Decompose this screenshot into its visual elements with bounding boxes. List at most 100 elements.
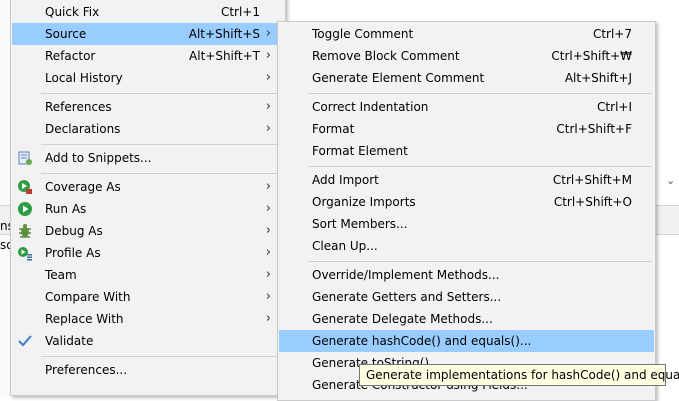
submenu-arrow-icon: › — [265, 70, 271, 85]
menu-item-remove-block-comment[interactable]: Remove Block Comment Ctrl+Shift+₩ — [279, 45, 654, 67]
menu-item-add-import[interactable]: Add Import Ctrl+Shift+M — [279, 169, 654, 191]
menu-item-shortcut: Ctrl+I — [597, 100, 632, 114]
menu-item-label: Override/Implement Methods... — [312, 268, 500, 282]
menu-separator — [41, 144, 282, 145]
submenu-arrow-icon: › — [265, 26, 271, 41]
submenu-arrow-icon: › — [265, 179, 271, 194]
menu-item-label: Compare With — [45, 290, 131, 304]
menu-item-label: Format — [312, 122, 355, 136]
menu-item-label: Remove Block Comment — [312, 49, 460, 63]
menu-item-label: Generate Delegate Methods... — [312, 312, 493, 326]
menu-item-shortcut: Ctrl+Shift+M — [552, 173, 632, 187]
menu-item-label: Debug As — [45, 224, 103, 238]
submenu-arrow-icon: › — [265, 201, 271, 216]
menu-item-declarations[interactable]: Declarations › — [12, 118, 284, 140]
menu-item-label: References — [45, 100, 112, 114]
submenu-arrow-icon: › — [265, 121, 271, 136]
menu-item-replace-with[interactable]: Replace With › — [12, 308, 284, 330]
menu-item-label: Generate Getters and Setters... — [312, 290, 502, 304]
menu-item-label: Generate Element Comment — [312, 71, 485, 85]
menu-item-generate-element-comment[interactable]: Generate Element Comment Alt+Shift+J — [279, 67, 654, 89]
menu-item-shortcut: Ctrl+Shift+F — [556, 122, 632, 136]
submenu-arrow-icon: › — [265, 311, 271, 326]
menu-item-generate-hashcode-equals[interactable]: Generate hashCode() and equals()... — [279, 330, 654, 352]
menu-item-organize-imports[interactable]: Organize Imports Ctrl+Shift+O — [279, 191, 654, 213]
menu-separator — [308, 93, 652, 94]
submenu-arrow-icon: › — [265, 99, 271, 114]
submenu-arrow-icon: › — [265, 289, 271, 304]
menu-item-run-as[interactable]: Run As › — [12, 198, 284, 220]
menu-item-shortcut: Alt+Shift+T — [189, 49, 260, 63]
menu-item-validate[interactable]: Validate — [12, 330, 284, 352]
menu-item-label: Add Import — [312, 173, 379, 187]
menu-separator — [41, 173, 282, 174]
menu-item-correct-indentation[interactable]: Correct Indentation Ctrl+I — [279, 96, 654, 118]
run-icon — [17, 201, 33, 217]
menu-item-label: Toggle Comment — [312, 27, 414, 41]
menu-item-shortcut: Ctrl+Shift+O — [553, 195, 632, 209]
menu-item-label: Sort Members... — [312, 217, 408, 231]
menu-item-add-to-snippets[interactable]: Add to Snippets... — [12, 147, 284, 169]
menu-item-label: Clean Up... — [312, 239, 378, 253]
menu-item-label: Declarations — [45, 122, 121, 136]
menu-item-label: Team — [45, 268, 77, 282]
menu-item-generate-getters-setters[interactable]: Generate Getters and Setters... — [279, 286, 654, 308]
submenu-arrow-icon: › — [265, 267, 271, 282]
menu-item-generate-delegate-methods[interactable]: Generate Delegate Methods... — [279, 308, 654, 330]
menu-item-label: Profile As — [45, 246, 101, 260]
menu-item-label: Validate — [45, 334, 94, 348]
menu-item-label: Replace With — [45, 312, 124, 326]
menu-item-format-element[interactable]: Format Element — [279, 140, 654, 162]
menu-item-shortcut: Ctrl+1 — [220, 5, 260, 19]
menu-item-label: Add to Snippets... — [45, 151, 152, 165]
menu-item-label: Format Element — [312, 144, 408, 158]
menu-item-label: Refactor — [45, 49, 96, 63]
menu-item-label: Coverage As — [45, 180, 121, 194]
menu-item-debug-as[interactable]: Debug As › — [12, 220, 284, 242]
checkmark-icon — [17, 333, 33, 349]
source-submenu: Toggle Comment Ctrl+7 Remove Block Comme… — [277, 21, 656, 401]
menu-item-label: Source — [45, 27, 87, 41]
menu-item-label: Correct Indentation — [312, 100, 429, 114]
coverage-icon — [17, 179, 33, 195]
menu-item-source[interactable]: Source Alt+Shift+S › — [12, 23, 284, 45]
tooltip: Generate implementations for hashCode() … — [359, 364, 679, 386]
menu-item-sort-members[interactable]: Sort Members... — [279, 213, 654, 235]
menu-item-clean-up[interactable]: Clean Up... — [279, 235, 654, 257]
menu-separator — [41, 93, 282, 94]
menu-item-team[interactable]: Team › — [12, 264, 284, 286]
submenu-arrow-icon: › — [265, 245, 271, 260]
menu-item-compare-with[interactable]: Compare With › — [12, 286, 284, 308]
menu-item-coverage-as[interactable]: Coverage As › — [12, 176, 284, 198]
menu-item-preferences[interactable]: Preferences... — [12, 359, 284, 381]
menu-item-shortcut: Alt+Shift+J — [564, 71, 632, 85]
submenu-arrow-icon: › — [265, 48, 271, 63]
chevron-down-icon[interactable]: ⌄ — [666, 174, 675, 187]
menu-item-references[interactable]: References › — [12, 96, 284, 118]
menu-item-label: Preferences... — [45, 363, 128, 377]
menu-item-label: Generate hashCode() and equals()... — [312, 334, 532, 348]
menu-item-quick-fix[interactable]: Quick Fix Ctrl+1 — [12, 1, 284, 23]
profile-icon — [17, 245, 33, 261]
snippets-icon — [17, 150, 33, 166]
menu-item-toggle-comment[interactable]: Toggle Comment Ctrl+7 — [279, 23, 654, 45]
menu-item-shortcut: Alt+Shift+S — [188, 27, 260, 41]
menu-item-shortcut: Ctrl+Shift+₩ — [551, 49, 632, 63]
menu-item-local-history[interactable]: Local History › — [12, 67, 284, 89]
menu-item-label: Local History — [45, 71, 123, 85]
menu-separator — [308, 166, 652, 167]
menu-separator — [41, 356, 282, 357]
menu-item-profile-as[interactable]: Profile As › — [12, 242, 284, 264]
menu-item-label: Run As — [45, 202, 87, 216]
menu-item-label: Organize Imports — [312, 195, 416, 209]
background-panel — [0, 0, 10, 396]
submenu-arrow-icon: › — [265, 223, 271, 238]
menu-item-format[interactable]: Format Ctrl+Shift+F — [279, 118, 654, 140]
context-menu: Quick Fix Ctrl+1 Source Alt+Shift+S › Re… — [10, 0, 286, 396]
menu-separator — [308, 261, 652, 262]
menu-item-label: Quick Fix — [45, 5, 100, 19]
debug-bug-icon — [17, 223, 33, 239]
menu-item-refactor[interactable]: Refactor Alt+Shift+T › — [12, 45, 284, 67]
menu-item-override-implement-methods[interactable]: Override/Implement Methods... — [279, 264, 654, 286]
menu-item-shortcut: Ctrl+7 — [592, 27, 632, 41]
